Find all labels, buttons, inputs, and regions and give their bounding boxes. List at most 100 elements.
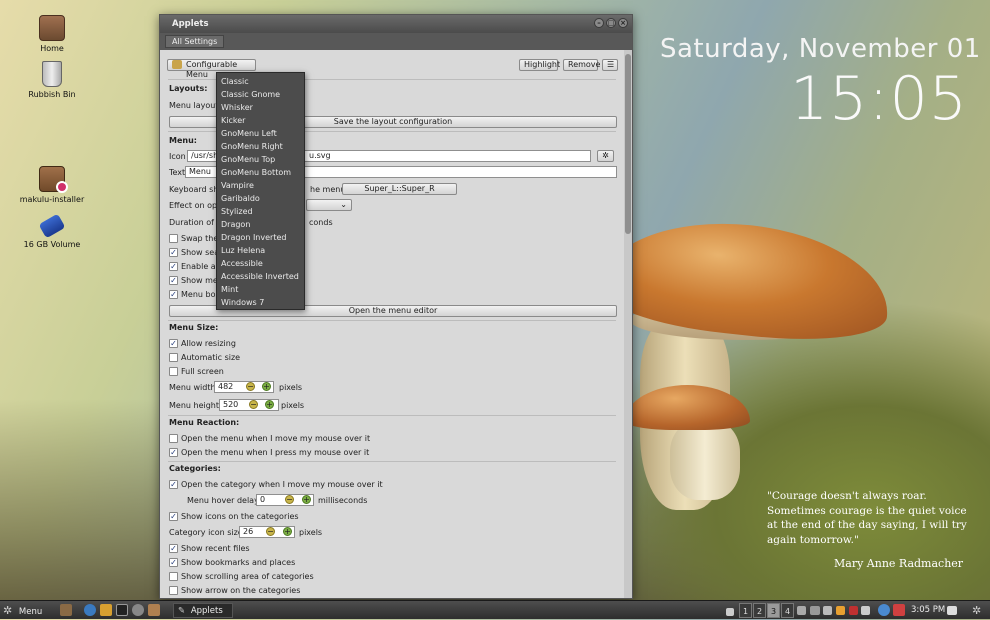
open-on-press-checkbox[interactable]: ✓ <box>169 448 178 457</box>
close-button[interactable]: × <box>618 18 628 28</box>
home-folder-launcher-icon[interactable] <box>60 604 72 616</box>
shortcut-button[interactable]: Super_L::Super_R <box>342 183 457 195</box>
checkbox-label: Automatic size <box>181 353 241 362</box>
hover-delay-label: Menu hover delay: <box>187 496 261 505</box>
taskbar-window-applets[interactable]: ✎ Applets <box>173 603 233 618</box>
show-arrow-checkbox[interactable] <box>169 586 178 595</box>
height-decrement-button[interactable]: − <box>249 400 258 409</box>
checkbox-label: Show icons on the categories <box>181 512 299 521</box>
divider <box>168 320 616 321</box>
desktop-icon-installer[interactable]: makulu-installer <box>17 166 87 204</box>
layout-option-kicker[interactable]: Kicker <box>217 114 304 127</box>
checkbox-label: Show recent files <box>181 544 250 553</box>
show-scrolling-area-checkbox[interactable] <box>169 572 178 581</box>
taskbar-window-label: Applets <box>190 606 223 616</box>
layout-dropdown-menu: Classic Classic Gnome Whisker Kicker Gno… <box>216 72 305 310</box>
workspace-4[interactable]: 4 <box>781 603 794 618</box>
layout-option-windows-7[interactable]: Windows 7 <box>217 296 304 309</box>
keyboard-icon[interactable] <box>810 606 820 615</box>
terminal-launcher-icon[interactable] <box>116 604 128 616</box>
workspace-2[interactable]: 2 <box>753 603 766 618</box>
menu-border-checkbox[interactable]: ✓ <box>169 290 178 299</box>
desktop-icon-rubbish-bin[interactable]: Rubbish Bin <box>17 61 87 99</box>
home-folder-icon <box>39 15 65 41</box>
desktop-icon-label: 16 GB Volume <box>23 240 81 249</box>
photo-viewer-icon[interactable] <box>893 604 905 616</box>
duration-label: Duration of e <box>169 218 222 227</box>
show-menu-checkbox[interactable]: ✓ <box>169 276 178 285</box>
height-increment-button[interactable]: + <box>265 400 274 409</box>
panel-clock[interactable]: 3:05 PM <box>911 603 945 618</box>
layout-option-classic[interactable]: Classic <box>217 75 304 88</box>
feeds-icon[interactable] <box>836 606 845 615</box>
full-screen-checkbox[interactable] <box>169 367 178 376</box>
width-increment-button[interactable]: + <box>262 382 271 391</box>
layout-option-classic-gnome[interactable]: Classic Gnome <box>217 88 304 101</box>
window-list-icon[interactable] <box>947 606 957 615</box>
allow-resizing-checkbox[interactable]: ✓ <box>169 339 178 348</box>
layout-option-stylized[interactable]: Stylized <box>217 205 304 218</box>
effect-dropdown[interactable]: ⌄ <box>306 199 352 211</box>
menu-applet-button[interactable]: ✲ Menu <box>3 603 42 618</box>
settings-launcher-icon[interactable] <box>132 604 144 616</box>
tab-all-settings[interactable]: All Settings <box>165 35 225 48</box>
scrollbar-thumb[interactable] <box>625 54 631 234</box>
enable-auto-checkbox[interactable]: ✓ <box>169 262 178 271</box>
show-bookmarks-checkbox[interactable]: ✓ <box>169 558 178 567</box>
layout-option-gnomenu-top[interactable]: GnoMenu Top <box>217 153 304 166</box>
show-recent-files-checkbox[interactable]: ✓ <box>169 544 178 553</box>
layout-option-mint[interactable]: Mint <box>217 283 304 296</box>
divider <box>168 415 616 416</box>
checkbox-label: Show bookmarks and places <box>181 558 296 567</box>
layout-option-accessible-inverted[interactable]: Accessible Inverted <box>217 270 304 283</box>
icon-size-increment-button[interactable]: + <box>283 527 292 536</box>
highlight-button[interactable]: Highlight <box>519 59 560 71</box>
layout-option-gnomenu-bottom[interactable]: GnoMenu Bottom <box>217 166 304 179</box>
applet-info-button[interactable]: ☰ <box>602 59 618 71</box>
icon-size-decrement-button[interactable]: − <box>266 527 275 536</box>
package-launcher-icon[interactable] <box>148 604 160 616</box>
minimize-button[interactable]: – <box>594 18 604 28</box>
update-notifier-icon[interactable] <box>849 606 858 615</box>
desktop-icon-home[interactable]: Home <box>17 15 87 53</box>
workspace-3[interactable]: 3 <box>767 603 780 618</box>
layout-option-gnomenu-right[interactable]: GnoMenu Right <box>217 140 304 153</box>
show-desktop-icon[interactable] <box>726 608 734 616</box>
milliseconds-unit: milliseconds <box>318 496 368 505</box>
width-decrement-button[interactable]: − <box>246 382 255 391</box>
layout-option-gnomenu-left[interactable]: GnoMenu Left <box>217 127 304 140</box>
panel-settings-gear-icon[interactable]: ✲ <box>972 603 981 618</box>
layout-option-vampire[interactable]: Vampire <box>217 179 304 192</box>
layout-option-dragon[interactable]: Dragon <box>217 218 304 231</box>
automatic-size-checkbox[interactable] <box>169 353 178 362</box>
remove-button[interactable]: Remove <box>563 59 600 71</box>
layout-option-dragon-inverted[interactable]: Dragon Inverted <box>217 231 304 244</box>
desktop-icon-usb-volume[interactable]: 16 GB Volume <box>17 213 87 249</box>
show-search-checkbox[interactable]: ✓ <box>169 248 178 257</box>
network-icon[interactable] <box>861 606 870 615</box>
browser-launcher-icon[interactable] <box>84 604 96 616</box>
maximize-button[interactable]: □ <box>606 18 616 28</box>
workspace-1[interactable]: 1 <box>739 603 752 618</box>
expo-grid-icon[interactable] <box>797 606 806 615</box>
gear-icon: ✲ <box>602 151 609 160</box>
effect-label: Effect on ope <box>169 201 222 210</box>
icon-chooser-button[interactable]: ✲ <box>597 150 614 162</box>
globe-icon[interactable] <box>878 604 890 616</box>
show-category-icons-checkbox[interactable]: ✓ <box>169 512 178 521</box>
small-mushroom-stem <box>670 420 740 500</box>
layout-option-accessible[interactable]: Accessible <box>217 257 304 270</box>
open-category-hover-checkbox[interactable]: ✓ <box>169 480 178 489</box>
swap-checkbox[interactable] <box>169 234 178 243</box>
layout-option-whisker[interactable]: Whisker <box>217 101 304 114</box>
layout-option-garibaldo[interactable]: Garibaldo <box>217 192 304 205</box>
menu-applet-label: Menu <box>18 607 43 617</box>
delay-increment-button[interactable]: + <box>302 495 311 504</box>
open-on-hover-checkbox[interactable] <box>169 434 178 443</box>
files-launcher-icon[interactable] <box>100 604 112 616</box>
delay-decrement-button[interactable]: − <box>285 495 294 504</box>
layout-option-luz-helena[interactable]: Luz Helena <box>217 244 304 257</box>
window-titlebar[interactable]: Applets – □ × <box>160 15 632 33</box>
removable-drives-icon[interactable] <box>823 606 832 615</box>
settings-scrollbar[interactable] <box>624 50 632 598</box>
